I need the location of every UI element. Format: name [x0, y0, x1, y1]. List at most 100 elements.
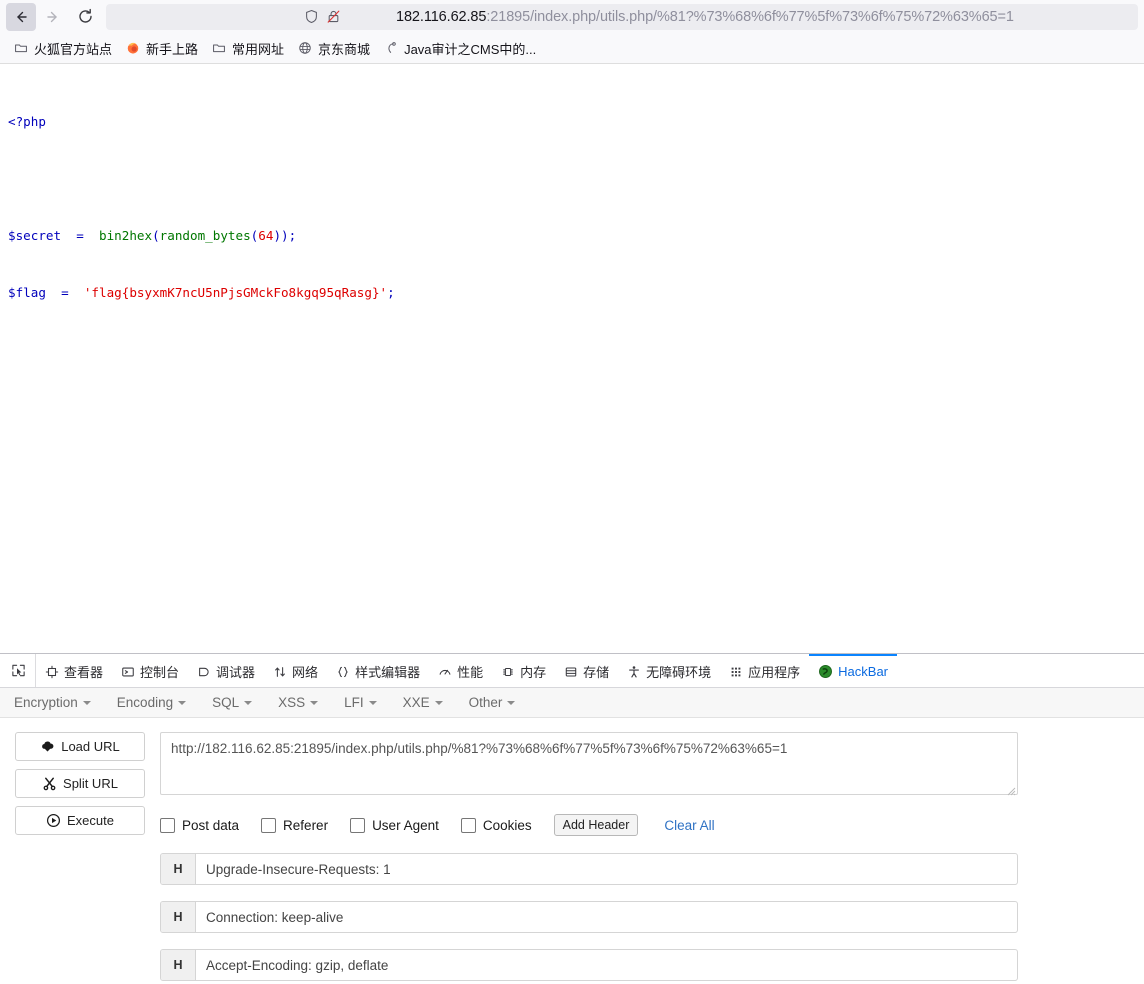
hackbar-request-editor: Post data Referer User Agent Cookies A: [160, 732, 1144, 981]
address-bar-text[interactable]: 182.116.62.85:21895/index.php/utils.php/…: [396, 9, 1014, 25]
tab-label: 性能: [457, 665, 484, 680]
hackbar-menu-encryption[interactable]: Encryption: [14, 695, 91, 710]
folder-icon: [14, 41, 28, 55]
hackbar-menu-sql[interactable]: SQL: [212, 695, 253, 710]
tab-label: 调试器: [216, 665, 256, 680]
header-key-badge: H: [161, 950, 196, 980]
checkbox-box[interactable]: [261, 817, 277, 833]
code-token: random_bytes: [159, 228, 251, 243]
element-picker-icon[interactable]: [4, 654, 36, 687]
php-source-code: <?php $secret = bin2hex(random_bytes(64)…: [0, 65, 1144, 340]
hackbar-panel: Encryption Encoding SQL XSS LFI XXE Othe…: [0, 688, 1144, 981]
hackbar-menu-other[interactable]: Other: [469, 695, 516, 710]
hackbar-menu-lfi[interactable]: LFI: [344, 695, 377, 710]
address-bar[interactable]: 182.116.62.85:21895/index.php/utils.php/…: [106, 3, 1138, 30]
hackbar-menu-xss[interactable]: XSS: [278, 695, 319, 710]
devtools-tab-inspector[interactable]: 查看器: [36, 654, 112, 687]
tab-label: HackBar: [838, 664, 889, 679]
code-token: ));: [273, 228, 297, 243]
hackbar-actions: Load URL Split URL Execute: [0, 732, 160, 981]
header-row[interactable]: H Accept-Encoding: gzip, deflate: [160, 949, 1018, 981]
console-icon: [121, 665, 135, 679]
hackbar-menu-xxe[interactable]: XXE: [403, 695, 443, 710]
reload-icon: [78, 8, 92, 23]
cookies-checkbox[interactable]: Cookies: [460, 817, 532, 833]
tab-label: 应用程序: [748, 665, 801, 680]
checkbox-label: Cookies: [482, 817, 532, 833]
hackbar-menu-encoding[interactable]: Encoding: [116, 695, 187, 710]
chevron-down-icon: [178, 701, 187, 705]
devtools-tab-hackbar[interactable]: HackBar: [809, 654, 898, 687]
menu-label: XXE: [402, 695, 430, 710]
bookmark-item-4[interactable]: Java审计之CMS中的...: [378, 37, 542, 59]
tab-label: 查看器: [64, 665, 104, 680]
devtools-tab-performance[interactable]: 性能: [429, 654, 492, 687]
code-line-2: $secret = bin2hex(random_bytes(64));: [8, 226, 1136, 245]
tab-label: 控制台: [140, 665, 180, 680]
header-key-badge: H: [161, 902, 196, 932]
tab-label: 存储: [583, 665, 610, 680]
code-line-3: $flag = 'flag{bsyxmK7ncU5nPjsGMckFo8kgq9…: [8, 283, 1136, 302]
checkbox-label: User Agent: [372, 817, 439, 833]
bookmark-label: 新手上路: [146, 41, 199, 57]
bookmark-label: 火狐官方站点: [34, 41, 113, 57]
flag-string: 'flag{bsyxmK7ncU5nPjsGMckFo8kgq95qRasg}': [83, 285, 388, 300]
menu-label: XSS: [278, 695, 306, 710]
bookmark-label: 京东商城: [318, 41, 371, 57]
code-token: bin2hex: [91, 228, 153, 243]
devtools-tab-storage[interactable]: 存储: [555, 654, 618, 687]
bookmark-page-icon: [384, 41, 398, 55]
devtools-tab-application[interactable]: 应用程序: [720, 654, 809, 687]
reload-button[interactable]: [70, 3, 100, 31]
shield-icon[interactable]: [304, 9, 319, 24]
execute-button[interactable]: Execute: [15, 806, 145, 835]
post-data-checkbox[interactable]: Post data: [160, 817, 239, 833]
forward-button[interactable]: [38, 3, 68, 31]
checkbox-box[interactable]: [350, 817, 366, 833]
devtools-tab-accessibility[interactable]: 无障碍环境: [618, 654, 720, 687]
referer-checkbox[interactable]: Referer: [261, 817, 328, 833]
textarea-resize-grip[interactable]: [1007, 787, 1016, 796]
menu-label: SQL: [212, 695, 240, 710]
clear-all-button[interactable]: Clear All: [664, 818, 714, 833]
lock-broken-icon[interactable]: [326, 9, 341, 24]
devtools-tab-debugger[interactable]: 调试器: [188, 654, 264, 687]
button-label: Load URL: [61, 739, 120, 754]
button-label: Execute: [67, 813, 114, 828]
header-value[interactable]: Upgrade-Insecure-Requests: 1: [196, 854, 1017, 884]
page-viewport: <?php $secret = bin2hex(random_bytes(64)…: [0, 65, 1144, 653]
header-row[interactable]: H Connection: keep-alive: [160, 901, 1018, 933]
split-url-button[interactable]: Split URL: [15, 769, 145, 798]
header-value[interactable]: Connection: keep-alive: [196, 902, 1017, 932]
globe-icon: [298, 41, 312, 55]
header-value[interactable]: Accept-Encoding: gzip, deflate: [196, 950, 1017, 980]
bookmark-item-3[interactable]: 京东商城: [292, 37, 376, 59]
header-row[interactable]: H Upgrade-Insecure-Requests: 1: [160, 853, 1018, 885]
menu-label: Encoding: [116, 695, 174, 710]
checkbox-box[interactable]: [460, 817, 476, 833]
bookmark-item-1[interactable]: 新手上路: [120, 37, 204, 59]
menu-label: LFI: [344, 695, 364, 710]
bookmark-item-2[interactable]: 常用网址: [206, 37, 290, 59]
forward-arrow-icon: [47, 11, 57, 22]
back-button[interactable]: [6, 2, 36, 31]
hackbar-icon: [818, 664, 833, 679]
user-agent-checkbox[interactable]: User Agent: [350, 817, 439, 833]
devtools-tab-console[interactable]: 控制台: [112, 654, 188, 687]
bookmark-label: Java审计之CMS中的...: [404, 41, 537, 57]
add-header-button[interactable]: Add Header: [553, 814, 639, 836]
browser-nav-bar: 182.116.62.85:21895/index.php/utils.php/…: [0, 0, 1144, 33]
cloud-download-icon: [40, 739, 55, 754]
checkbox-box[interactable]: [160, 817, 175, 833]
bookmark-item-0[interactable]: 火狐官方站点: [8, 37, 118, 59]
load-url-button[interactable]: Load URL: [15, 732, 145, 761]
devtools-tab-memory[interactable]: 内存: [492, 654, 555, 687]
devtools-tab-network[interactable]: 网络: [264, 654, 327, 687]
tab-label: 内存: [520, 665, 547, 680]
url-host: 182.116.62.85: [396, 8, 487, 25]
hackbar-url-input[interactable]: [160, 732, 1018, 795]
chevron-down-icon: [507, 701, 516, 705]
devtools-tab-style-editor[interactable]: 样式编辑器: [327, 654, 429, 687]
scissors-icon: [42, 776, 57, 791]
